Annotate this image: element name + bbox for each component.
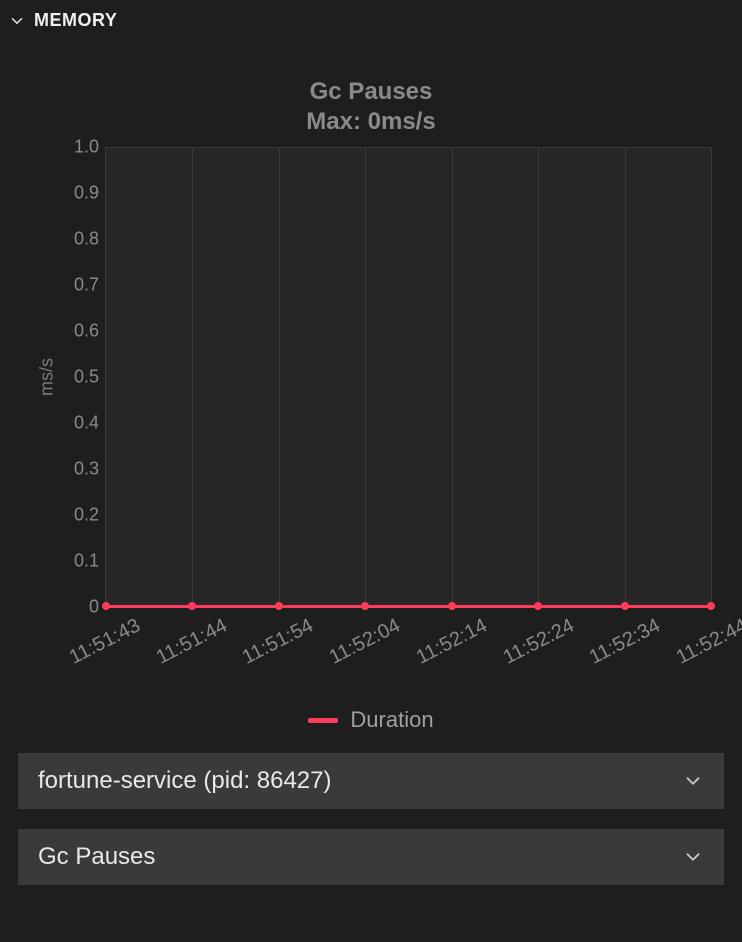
process-select-value: fortune-service (pid: 86427): [38, 767, 331, 795]
data-point: [534, 602, 542, 610]
x-tick: 11:51:44: [152, 614, 230, 669]
x-tick: 11:52:04: [326, 614, 404, 669]
y-tick: 0.5: [74, 367, 99, 388]
metric-select-value: Gc Pauses: [38, 843, 155, 871]
y-tick: 0.9: [74, 183, 99, 204]
data-point: [275, 602, 283, 610]
legend-swatch: [308, 718, 338, 723]
grid-line: [452, 148, 453, 606]
y-tick: 0.2: [74, 505, 99, 526]
legend: Duration: [20, 707, 722, 733]
chart-subtitle: Max: 0ms/s: [20, 107, 722, 137]
select-group: fortune-service (pid: 86427) Gc Pauses: [0, 753, 742, 885]
grid-line: [625, 148, 626, 606]
chart-title-block: Gc Pauses Max: 0ms/s: [20, 77, 722, 137]
chart-container: Gc Pauses Max: 0ms/s ms/s 1.00.90.80.70.…: [0, 37, 742, 733]
panel-header[interactable]: MEMORY: [0, 0, 742, 37]
plot-area: [105, 147, 712, 607]
y-tick: 0.4: [74, 413, 99, 434]
grid-line: [192, 148, 193, 606]
grid-line: [279, 148, 280, 606]
metric-select[interactable]: Gc Pauses: [18, 829, 724, 885]
x-tick: 11:52:44: [673, 614, 742, 669]
y-tick: 0.1: [74, 551, 99, 572]
chevron-down-icon: [8, 12, 26, 30]
y-axis: 1.00.90.80.70.60.50.40.30.20.10: [50, 147, 105, 607]
x-tick: 11:52:34: [586, 614, 664, 669]
x-axis: 11:51:4311:51:4411:51:5411:52:0411:52:14…: [105, 607, 712, 697]
chevron-down-icon: [682, 846, 704, 868]
data-point: [361, 602, 369, 610]
y-tick: 0.3: [74, 459, 99, 480]
grid-line: [538, 148, 539, 606]
plot-wrap: ms/s 1.00.90.80.70.60.50.40.30.20.10: [50, 147, 712, 607]
legend-label: Duration: [350, 707, 433, 733]
x-tick: 11:51:43: [66, 614, 144, 669]
y-tick: 0.8: [74, 229, 99, 250]
chart-title: Gc Pauses: [20, 77, 722, 107]
process-select[interactable]: fortune-service (pid: 86427): [18, 753, 724, 809]
y-tick: 1.0: [74, 137, 99, 158]
x-tick: 11:52:14: [413, 614, 491, 669]
y-tick: 0.6: [74, 321, 99, 342]
chevron-down-icon: [682, 770, 704, 792]
data-point: [188, 602, 196, 610]
data-point: [707, 602, 715, 610]
x-tick: 11:51:54: [239, 614, 317, 669]
data-point: [448, 602, 456, 610]
x-tick: 11:52:24: [499, 614, 577, 669]
grid-line: [365, 148, 366, 606]
data-point: [102, 602, 110, 610]
data-point: [621, 602, 629, 610]
y-tick: 0: [89, 597, 99, 618]
y-tick: 0.7: [74, 275, 99, 296]
panel-title: MEMORY: [34, 10, 117, 31]
